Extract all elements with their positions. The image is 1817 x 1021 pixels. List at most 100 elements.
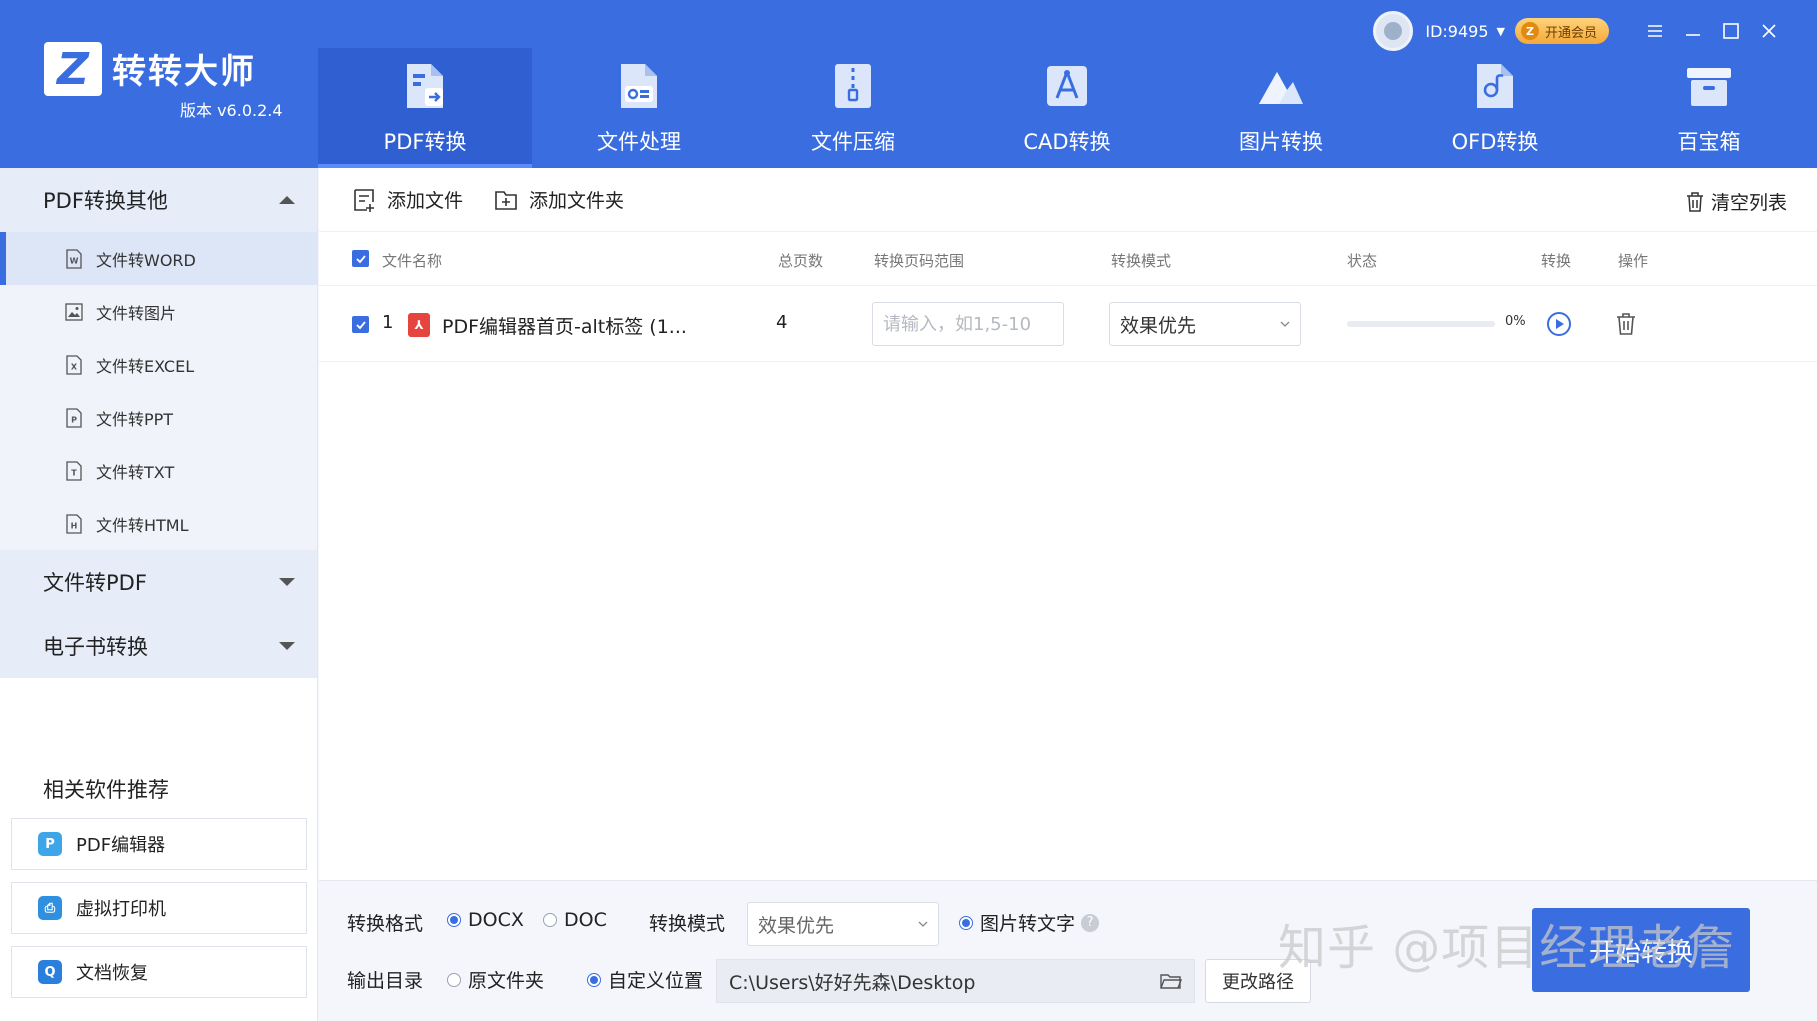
nav-file-compress[interactable]: 文件压缩 bbox=[746, 48, 960, 168]
help-icon[interactable]: ? bbox=[1081, 913, 1100, 932]
header-pages: 总页数 bbox=[778, 252, 824, 270]
toolbox-icon bbox=[1687, 68, 1731, 106]
app-version: 版本 v6.0.2.4 bbox=[180, 101, 283, 120]
sidebar-item-to-word[interactable]: W 文件转WORD bbox=[0, 232, 317, 285]
nav-pdf-convert[interactable]: PDF转换 bbox=[318, 48, 532, 168]
format-doc-label: DOC bbox=[564, 909, 607, 931]
recommend-doc-recovery[interactable]: Q 文档恢复 bbox=[11, 946, 307, 998]
pdf-editor-icon: P bbox=[38, 832, 62, 856]
expand-icon bbox=[279, 578, 295, 586]
image-convert-icon bbox=[1259, 72, 1303, 104]
clear-list-label: 清空列表 bbox=[1710, 192, 1787, 214]
nav-file-process[interactable]: 文件处理 bbox=[532, 48, 746, 168]
radio-unselected-icon bbox=[447, 972, 461, 987]
sidebar-item-to-txt[interactable]: T 文件转TXT bbox=[0, 444, 317, 497]
mode-select[interactable]: 效果优先 bbox=[747, 902, 939, 946]
nav-label: 百宝箱 bbox=[1677, 130, 1741, 154]
file-compress-icon bbox=[835, 64, 871, 108]
svg-text:W: W bbox=[70, 256, 79, 265]
maximize-icon[interactable] bbox=[1713, 14, 1749, 48]
sidebar-group-ebook[interactable]: 电子书转换 bbox=[0, 614, 317, 678]
vip-button[interactable]: Z 开通会员 bbox=[1514, 18, 1609, 44]
play-icon[interactable] bbox=[1546, 311, 1572, 337]
sidebar-subitems: W 文件转WORD 文件转图片 X 文件转EXCEL P 文件转PPT T 文件… bbox=[0, 232, 317, 550]
nav-ofd-convert[interactable]: OFD转换 bbox=[1388, 48, 1602, 168]
page-range-input[interactable] bbox=[872, 302, 1064, 346]
output-custom-radio[interactable]: 自定义位置 bbox=[587, 966, 703, 993]
format-doc-radio[interactable]: DOC bbox=[543, 909, 607, 931]
output-path-field[interactable]: C:\Users\好好先森\Desktop bbox=[716, 959, 1195, 1003]
add-folder-button[interactable]: 添加文件夹 bbox=[493, 186, 624, 213]
trash-icon bbox=[1686, 191, 1703, 212]
recommend-virtual-printer[interactable]: ⎙ 虚拟打印机 bbox=[11, 882, 307, 934]
nav-cad-convert[interactable]: CAD转换 bbox=[960, 48, 1174, 168]
sidebar-group-pdf-other[interactable]: PDF转换其他 bbox=[0, 168, 317, 232]
nav-toolbox[interactable]: 百宝箱 bbox=[1602, 48, 1816, 168]
txt-file-icon: T bbox=[66, 460, 82, 481]
row-file-name: PDF编辑器首页-alt标签 (1... bbox=[442, 316, 687, 338]
nav-image-convert[interactable]: 图片转换 bbox=[1174, 48, 1388, 168]
recommend-label: PDF编辑器 bbox=[76, 835, 166, 856]
user-avatar[interactable] bbox=[1373, 11, 1414, 51]
app-name: 转转大师 bbox=[112, 52, 256, 92]
sidebar-item-to-ppt[interactable]: P 文件转PPT bbox=[0, 391, 317, 444]
output-original-radio[interactable]: 原文件夹 bbox=[447, 966, 544, 993]
user-menu-caret-icon[interactable]: ▼ bbox=[1497, 25, 1505, 38]
select-all-checkbox[interactable] bbox=[352, 250, 369, 267]
row-checkbox[interactable] bbox=[352, 316, 369, 333]
folder-open-icon[interactable] bbox=[1160, 972, 1182, 990]
file-process-icon bbox=[621, 64, 657, 108]
add-file-label: 添加文件 bbox=[387, 190, 464, 212]
header-action: 操作 bbox=[1618, 252, 1649, 270]
delete-icon[interactable] bbox=[1614, 311, 1638, 337]
watermark: 知乎 @项目经理老詹 bbox=[1278, 920, 1736, 976]
svg-text:X: X bbox=[71, 362, 78, 371]
pdf-file-icon: ⅄ bbox=[408, 313, 430, 337]
excel-file-icon: X bbox=[66, 354, 82, 375]
recommend-label: 文档恢复 bbox=[76, 963, 148, 984]
sidebar-item-label: 文件转TXT bbox=[96, 462, 175, 482]
vip-label: 开通会员 bbox=[1544, 25, 1597, 41]
radio-selected-icon bbox=[447, 913, 461, 927]
mode-label: 转换模式 bbox=[649, 913, 726, 935]
add-file-icon bbox=[354, 188, 374, 212]
radio-unselected-icon bbox=[543, 913, 557, 927]
radio-selected-icon bbox=[587, 972, 601, 987]
header-status: 状态 bbox=[1347, 252, 1378, 270]
clear-list-button[interactable]: 清空列表 bbox=[1685, 188, 1787, 215]
table-header: 文件名称 总页数 转换页码范围 转换模式 状态 转换 操作 bbox=[319, 232, 1817, 286]
title-bar: ID:9495 ▼ Z 开通会员 bbox=[1373, 11, 1787, 51]
add-file-button[interactable]: 添加文件 bbox=[351, 186, 463, 213]
cad-convert-icon bbox=[1047, 66, 1087, 106]
recommend-title: 相关软件推荐 bbox=[43, 778, 169, 802]
svg-text:H: H bbox=[71, 521, 78, 530]
menu-icon[interactable] bbox=[1637, 14, 1673, 48]
sidebar-group-title: PDF转换其他 bbox=[43, 189, 168, 213]
recommend-label: 虚拟打印机 bbox=[76, 899, 166, 920]
row-mode-select[interactable]: 效果优先 bbox=[1109, 302, 1301, 346]
recommend-pdf-editor[interactable]: P PDF编辑器 bbox=[11, 818, 307, 870]
check-icon bbox=[355, 254, 366, 263]
user-id[interactable]: ID:9495 bbox=[1425, 22, 1488, 41]
pdf-convert-icon bbox=[407, 64, 443, 108]
sidebar-item-to-image[interactable]: 文件转图片 bbox=[0, 285, 317, 338]
add-folder-icon bbox=[495, 190, 517, 210]
ocr-radio[interactable]: 图片转文字 ? bbox=[959, 909, 1100, 936]
close-icon[interactable] bbox=[1751, 14, 1787, 48]
sidebar-item-label: 文件转HTML bbox=[96, 515, 189, 535]
nav-label: OFD转换 bbox=[1451, 130, 1539, 154]
minimize-icon[interactable] bbox=[1675, 14, 1711, 48]
sidebar-item-to-excel[interactable]: X 文件转EXCEL bbox=[0, 338, 317, 391]
sidebar-group-title: 文件转PDF bbox=[43, 571, 147, 595]
word-file-icon: W bbox=[66, 248, 82, 269]
recovery-icon: Q bbox=[38, 960, 62, 984]
toolbar: 添加文件 添加文件夹 bbox=[319, 168, 1817, 232]
chevron-down-icon bbox=[918, 921, 928, 927]
format-docx-radio-real[interactable]: DOCX bbox=[447, 909, 524, 931]
radio-selected-icon bbox=[959, 915, 973, 930]
sidebar-item-to-html[interactable]: H 文件转HTML bbox=[0, 497, 317, 550]
nav-label: 文件处理 bbox=[597, 130, 681, 154]
format-label: 转换格式 bbox=[347, 913, 424, 935]
svg-text:P: P bbox=[71, 415, 77, 424]
sidebar-group-to-pdf[interactable]: 文件转PDF bbox=[0, 550, 317, 614]
